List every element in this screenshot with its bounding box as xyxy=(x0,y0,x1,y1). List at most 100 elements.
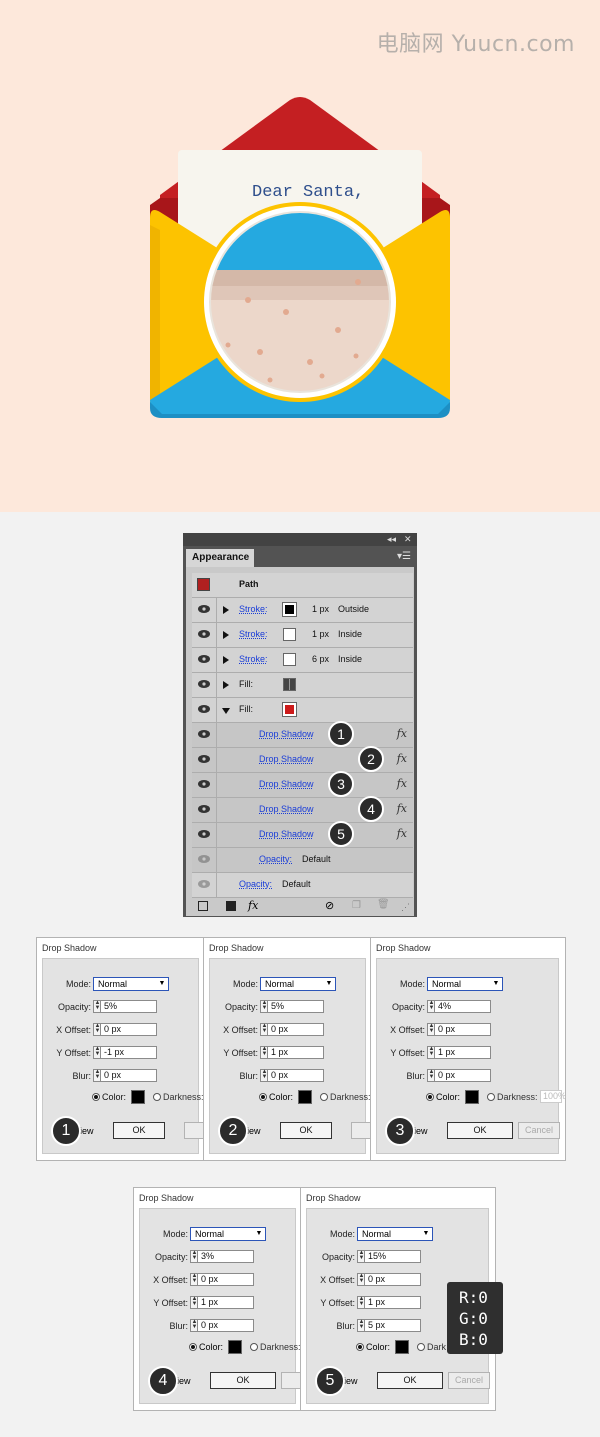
fill-opacity-row[interactable]: Opacity: Default xyxy=(192,848,413,873)
drop-shadow-link[interactable]: Drop Shadow xyxy=(259,829,314,839)
ok-button[interactable]: OK xyxy=(377,1372,443,1389)
effect-row[interactable]: Drop Shadow fx xyxy=(192,823,413,848)
mode-select[interactable]: Normal ▼ xyxy=(93,977,169,991)
mode-select[interactable]: Normal ▼ xyxy=(427,977,503,991)
fx-icon[interactable]: fx xyxy=(397,777,407,790)
x-offset-input[interactable]: 0 px xyxy=(100,1023,157,1036)
shadow-color-swatch[interactable] xyxy=(228,1340,242,1354)
add-stroke-icon[interactable] xyxy=(198,901,208,911)
stroke-link[interactable]: Stroke: xyxy=(239,629,268,639)
eye-icon[interactable] xyxy=(198,780,210,788)
eye-icon[interactable] xyxy=(198,805,210,813)
stroke-swatch[interactable] xyxy=(283,653,296,666)
color-radio[interactable] xyxy=(92,1093,100,1101)
color-radio[interactable] xyxy=(259,1093,267,1101)
opacity-input[interactable]: 15% xyxy=(364,1250,421,1263)
expand-triangle-icon[interactable] xyxy=(223,631,229,639)
eye-icon[interactable] xyxy=(198,855,210,863)
eye-icon[interactable] xyxy=(198,880,210,888)
fill-row[interactable]: Fill: xyxy=(192,698,413,723)
opacity-link[interactable]: Opacity: xyxy=(239,879,272,889)
effect-row[interactable]: Drop Shadow fx xyxy=(192,723,413,748)
y-offset-input[interactable]: -1 px xyxy=(100,1046,157,1059)
y-offset-input[interactable]: 1 px xyxy=(434,1046,491,1059)
color-radio[interactable] xyxy=(189,1343,197,1351)
eye-icon[interactable] xyxy=(198,655,210,663)
cancel-button[interactable] xyxy=(281,1372,301,1389)
blur-input[interactable]: 0 px xyxy=(434,1069,491,1082)
cancel-button[interactable] xyxy=(351,1122,371,1139)
close-icon[interactable]: ✕ xyxy=(404,533,412,546)
mode-select[interactable]: Normal ▼ xyxy=(357,1227,433,1241)
collapse-triangle-icon[interactable] xyxy=(222,708,230,714)
fx-icon[interactable]: fx xyxy=(397,752,407,765)
blur-input[interactable]: 5 px xyxy=(364,1319,421,1332)
eye-icon[interactable] xyxy=(198,605,210,613)
stroke-swatch[interactable] xyxy=(282,602,297,617)
mode-select[interactable]: Normal ▼ xyxy=(260,977,336,991)
gradient-fill-swatch[interactable] xyxy=(283,678,296,691)
clear-appearance-icon[interactable]: ⊘ xyxy=(325,899,334,912)
y-offset-input[interactable]: 1 px xyxy=(197,1296,254,1309)
fx-icon[interactable]: fx xyxy=(397,727,407,740)
eye-icon[interactable] xyxy=(198,705,210,713)
resize-grip-icon[interactable]: ⋰ xyxy=(401,902,410,913)
x-offset-input[interactable]: 0 px xyxy=(197,1273,254,1286)
eye-icon[interactable] xyxy=(198,755,210,763)
stroke-row[interactable]: Stroke: 1 px Inside xyxy=(192,623,413,648)
shadow-color-swatch[interactable] xyxy=(395,1340,409,1354)
expand-triangle-icon[interactable] xyxy=(223,606,229,614)
collapse-icon[interactable]: ◂◂ xyxy=(387,533,396,546)
darkness-radio[interactable] xyxy=(153,1093,161,1101)
blur-input[interactable]: 0 px xyxy=(100,1069,157,1082)
add-fill-icon[interactable] xyxy=(226,901,236,911)
panel-menu-icon[interactable]: ▾☰ xyxy=(397,551,411,562)
darkness-radio[interactable] xyxy=(487,1093,495,1101)
darkness-radio[interactable] xyxy=(417,1343,425,1351)
blur-input[interactable]: 0 px xyxy=(267,1069,324,1082)
x-offset-input[interactable]: 0 px xyxy=(364,1273,421,1286)
eye-icon[interactable] xyxy=(198,680,210,688)
stroke-swatch[interactable] xyxy=(283,628,296,641)
stroke-row[interactable]: Stroke: 6 px Inside xyxy=(192,648,413,673)
drop-shadow-link[interactable]: Drop Shadow xyxy=(259,754,314,764)
y-offset-input[interactable]: 1 px xyxy=(364,1296,421,1309)
darkness-input[interactable]: 100% xyxy=(540,1090,566,1103)
eye-icon[interactable] xyxy=(198,730,210,738)
add-effect-icon[interactable]: fx xyxy=(248,899,258,912)
opacity-input[interactable]: 3% xyxy=(197,1250,254,1263)
eye-icon[interactable] xyxy=(198,830,210,838)
effect-row[interactable]: Drop Shadow fx xyxy=(192,773,413,798)
opacity-input[interactable]: 5% xyxy=(100,1000,157,1013)
trash-icon[interactable]: 🗑 xyxy=(377,899,390,910)
drop-shadow-link[interactable]: Drop Shadow xyxy=(259,729,314,739)
opacity-input[interactable]: 4% xyxy=(434,1000,491,1013)
drop-shadow-link[interactable]: Drop Shadow xyxy=(259,779,314,789)
shadow-color-swatch[interactable] xyxy=(465,1090,479,1104)
ok-button[interactable]: OK xyxy=(447,1122,513,1139)
eye-icon[interactable] xyxy=(198,630,210,638)
opacity-input[interactable]: 5% xyxy=(267,1000,324,1013)
fill-row[interactable]: Fill: xyxy=(192,673,413,698)
darkness-radio[interactable] xyxy=(320,1093,328,1101)
shadow-color-swatch[interactable] xyxy=(131,1090,145,1104)
y-offset-input[interactable]: 1 px xyxy=(267,1046,324,1059)
fx-icon[interactable]: fx xyxy=(397,827,407,840)
stroke-row[interactable]: Stroke: 1 px Outside xyxy=(192,598,413,623)
x-offset-input[interactable]: 0 px xyxy=(267,1023,324,1036)
cancel-button[interactable] xyxy=(184,1122,204,1139)
ok-button[interactable]: OK xyxy=(210,1372,276,1389)
fx-icon[interactable]: fx xyxy=(397,802,407,815)
stroke-link[interactable]: Stroke: xyxy=(239,654,268,664)
shadow-color-swatch[interactable] xyxy=(298,1090,312,1104)
path-row[interactable]: Path xyxy=(192,573,413,598)
duplicate-icon[interactable]: ❐ xyxy=(352,900,361,911)
ok-button[interactable]: OK xyxy=(113,1122,165,1139)
darkness-radio[interactable] xyxy=(250,1343,258,1351)
red-fill-swatch[interactable] xyxy=(282,702,297,717)
stroke-link[interactable]: Stroke: xyxy=(239,604,268,614)
tab-appearance[interactable]: Appearance xyxy=(186,549,254,567)
mode-select[interactable]: Normal ▼ xyxy=(190,1227,266,1241)
opacity-link[interactable]: Opacity: xyxy=(259,854,292,864)
cancel-button[interactable]: Cancel xyxy=(518,1122,560,1139)
